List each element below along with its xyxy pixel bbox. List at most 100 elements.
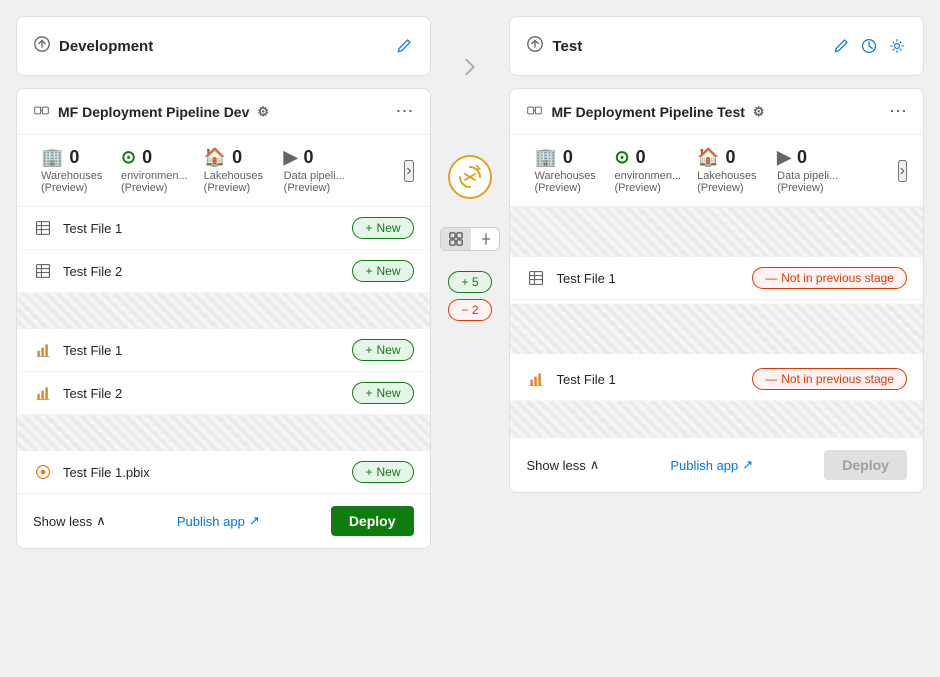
chevron-up-icon-right: ∧	[590, 457, 600, 473]
right-settings-button[interactable]	[887, 36, 907, 56]
left-warehouse-label: Warehouses(Preview)	[41, 170, 102, 194]
view-toggle	[440, 227, 500, 251]
left-stats-row: 🏢 0 Warehouses(Preview) ⊙ 0 environmen..…	[17, 135, 430, 207]
right-edit-button[interactable]	[831, 36, 851, 56]
right-pipeline-card: MF Deployment Pipeline Test ⚙ ⋯ 🏢 0 Ware…	[509, 88, 924, 493]
left-item-name-2-table: Test File 2	[63, 264, 342, 279]
right-pipeline-count: 0	[797, 147, 807, 168]
left-item-name-1-table: Test File 1	[63, 221, 342, 236]
right-pipeline-header: MF Deployment Pipeline Test ⚙ ⋯	[510, 89, 923, 135]
left-item-name-2-chart: Test File 2	[63, 386, 342, 401]
middle-column: + 5 − 2	[431, 16, 510, 321]
left-pipeline-count: 0	[304, 147, 314, 168]
plus-icon-2: +	[365, 264, 372, 278]
right-card-footer: Show less ∧ Publish app ↗ Deploy	[510, 437, 923, 492]
right-environ-count: 0	[636, 147, 646, 168]
right-item-name-1-chart: Test File 1	[556, 372, 742, 387]
chart-icon-2-left	[33, 383, 53, 403]
right-items-list: Test File 1 — Not in previous stage	[510, 207, 923, 437]
pipeline-stat-icon-left: ▶	[284, 147, 298, 168]
left-stage-header: Development	[16, 16, 431, 76]
left-hatch-1	[17, 293, 430, 329]
left-stat-lake: 🏠 0 Lakehouses(Preview)	[196, 143, 276, 198]
left-badge-pbix: + New	[352, 461, 413, 483]
lake-icon-right: 🏠	[697, 147, 719, 168]
table-icon-1-left	[33, 218, 53, 238]
removed-count-badge: − 2	[448, 299, 491, 321]
lake-icon-left: 🏠	[204, 147, 226, 168]
left-warehouse-count: 0	[69, 147, 79, 168]
right-lake-count: 0	[726, 147, 736, 168]
left-item-test-file-1-table: Test File 1 + New	[17, 207, 430, 250]
chevron-up-icon-left: ∧	[96, 513, 106, 529]
left-lake-label: Lakehouses(Preview)	[204, 170, 263, 194]
left-item-name-1-chart: Test File 1	[63, 343, 342, 358]
left-item-test-file-1-chart: Test File 1 + New	[17, 329, 430, 372]
external-link-icon-left: ↗	[249, 513, 260, 529]
left-item-test-file-2-table: Test File 2 + New	[17, 250, 430, 293]
left-show-less-button[interactable]: Show less ∧	[33, 513, 106, 529]
main-layout: Development	[16, 16, 924, 549]
right-pipeline-menu-button[interactable]: ⋯	[889, 101, 907, 122]
deployment-icon-left	[33, 35, 51, 57]
forward-arrow-button[interactable]	[462, 56, 478, 83]
left-stage-column: Development	[16, 16, 431, 549]
right-stats-chevron[interactable]: ›	[898, 160, 907, 182]
right-warehouse-label: Warehouses(Preview)	[534, 170, 595, 194]
left-environ-label: environmen...(Preview)	[121, 170, 188, 194]
left-items-list: Test File 1 + New	[17, 207, 430, 493]
left-badge-2-table: + New	[352, 260, 413, 282]
right-stat-lake: 🏠 0 Lakehouses(Preview)	[689, 143, 769, 198]
chart-icon-1-left	[33, 340, 53, 360]
table-icon-2-left	[33, 261, 53, 281]
left-pipeline-header: MF Deployment Pipeline Dev ⚙ ⋯	[17, 89, 430, 135]
right-history-button[interactable]	[859, 36, 879, 56]
left-badge-1-chart: + New	[352, 339, 413, 361]
right-show-less-button[interactable]: Show less ∧	[526, 457, 599, 473]
right-stat-environ: ⊙ 0 environmen...(Preview)	[606, 143, 689, 198]
left-stage-header-icons	[394, 36, 414, 56]
left-stat-warehouses: 🏢 0 Warehouses(Preview)	[33, 143, 113, 198]
plus-icon-5: +	[365, 465, 372, 479]
count-badges-container: + 5 − 2	[448, 271, 491, 321]
minus-icon-2: —	[765, 372, 777, 386]
right-pipeline-title-container: MF Deployment Pipeline Test ⚙	[526, 102, 764, 122]
pbix-icon-left	[33, 462, 53, 482]
left-pipeline-title-container: MF Deployment Pipeline Dev ⚙	[33, 102, 269, 122]
pipeline-icon-right	[526, 102, 543, 122]
right-pipeline-title: MF Deployment Pipeline Test	[551, 104, 744, 120]
right-item-name-1-table: Test File 1	[556, 271, 742, 286]
right-item-test-file-1-table: Test File 1 — Not in previous stage	[510, 257, 923, 300]
left-pipeline-title: MF Deployment Pipeline Dev	[58, 104, 249, 120]
left-item-pbix: Test File 1.pbix + New	[17, 451, 430, 493]
external-link-icon-right: ↗	[742, 457, 753, 473]
right-stage-title-container: Test	[526, 35, 582, 57]
right-deploy-button[interactable]: Deploy	[824, 450, 907, 480]
list-view-button[interactable]	[473, 229, 499, 249]
left-pipeline-menu-button[interactable]: ⋯	[396, 101, 414, 122]
right-publish-button[interactable]: Publish app ↗	[670, 457, 753, 473]
left-publish-button[interactable]: Publish app ↗	[177, 513, 260, 529]
left-stage-title-container: Development	[33, 35, 153, 57]
left-stage-title: Development	[59, 38, 153, 55]
minus-icon-1: —	[765, 271, 777, 285]
right-pipeline-label: Data pipeli...(Preview)	[777, 170, 838, 194]
left-lake-count: 0	[232, 147, 242, 168]
grid-view-button[interactable]	[441, 228, 471, 250]
right-lake-label: Lakehouses(Preview)	[697, 170, 756, 194]
right-stat-warehouses: 🏢 0 Warehouses(Preview)	[526, 143, 606, 198]
right-stage-header-icons	[831, 36, 907, 56]
plus-icon-1: +	[365, 221, 372, 235]
left-pipeline-label: Data pipeli...(Preview)	[284, 170, 345, 194]
right-environ-label: environmen...(Preview)	[614, 170, 681, 194]
environ-icon-right: ⊙	[614, 147, 629, 168]
left-edit-button[interactable]	[394, 36, 414, 56]
right-hatch-mid	[510, 304, 923, 354]
left-environ-count: 0	[142, 147, 152, 168]
left-deploy-button[interactable]: Deploy	[331, 506, 414, 536]
left-stat-environ: ⊙ 0 environmen...(Preview)	[113, 143, 196, 198]
pipeline-icon-left	[33, 102, 50, 122]
left-stats-chevron[interactable]: ›	[404, 160, 413, 182]
plus-icon-3: +	[365, 343, 372, 357]
left-pipeline-card: MF Deployment Pipeline Dev ⚙ ⋯ 🏢 0 Wareh…	[16, 88, 431, 549]
